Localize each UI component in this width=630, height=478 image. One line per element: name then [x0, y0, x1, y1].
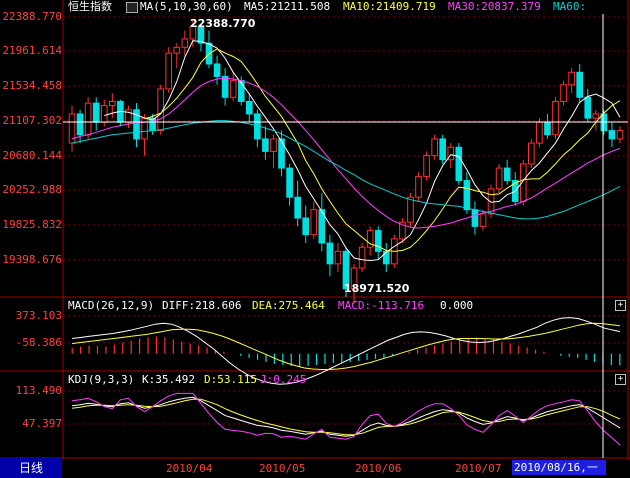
kdj-lines [71, 392, 621, 446]
candle-body [302, 217, 310, 236]
candle-body [576, 71, 584, 98]
candle-body [262, 138, 269, 152]
candle-body [487, 188, 495, 215]
candle-body [528, 142, 535, 165]
kdj-d-line [71, 398, 621, 436]
candle-body [471, 209, 479, 227]
kdj-k-line [71, 396, 621, 437]
x-date-label: 2010/05 [259, 462, 306, 475]
candle-body [286, 167, 293, 198]
candle-body [76, 113, 84, 136]
period-tab-daily[interactable]: 日线 [0, 458, 62, 478]
candle-body [592, 113, 600, 119]
candle-body [213, 63, 221, 77]
macd-dea: DEA:275.464 [252, 299, 325, 312]
macd-y-tick: -58.386 [15, 336, 62, 349]
stock-chart-canvas[interactable] [0, 0, 630, 478]
macd-zero: 0.000 [440, 299, 474, 312]
y-tick: 20680.144 [2, 149, 62, 162]
candle-body [141, 117, 148, 140]
macd-histogram [71, 336, 621, 367]
candle-body [495, 167, 503, 190]
candle-body [229, 80, 237, 98]
candle-body [358, 246, 366, 269]
ma-line-ma30 [71, 77, 621, 229]
candle-body [245, 100, 253, 115]
ma10-value: MA10:21409.719 [343, 0, 436, 13]
candle-body [108, 100, 116, 107]
candle-body [584, 96, 592, 119]
y-tick: 19825.832 [2, 218, 62, 231]
y-tick: 19398.676 [2, 253, 62, 266]
candle-body [165, 52, 173, 90]
candle-body [568, 71, 575, 86]
ma-line-ma5 [104, 40, 621, 262]
candle-body [270, 138, 277, 152]
candle-body [431, 138, 438, 157]
y-tick: 21107.302 [2, 114, 62, 127]
candle-body [479, 213, 487, 227]
kdj-params: KDJ(9,3,3) [68, 373, 135, 386]
candle-body [221, 75, 229, 98]
kdj-expand-button[interactable]: + [615, 374, 626, 385]
candle-body [536, 121, 543, 144]
kdj-d: D:53.115 [204, 373, 257, 386]
kdj-y-tick: 113.490 [15, 384, 62, 397]
candle-body [334, 250, 342, 265]
candle-body [382, 250, 390, 265]
candle-body [92, 102, 100, 123]
macd-expand-button[interactable]: + [615, 300, 626, 311]
candle-body [84, 102, 92, 136]
x-date-label: 2010/04 [166, 462, 213, 475]
candle-body [100, 105, 108, 123]
candle-body [560, 84, 567, 102]
candle-body [455, 146, 463, 182]
y-tick: 22388.770 [2, 10, 62, 23]
macd-y-tick: 373.103 [15, 309, 62, 322]
candle-body [374, 230, 382, 252]
candle-body [181, 38, 189, 48]
ma30-value: MA30:20837.379 [448, 0, 541, 13]
candle-body [439, 138, 447, 161]
cursor-date-label: 2010/08/16,一 [512, 460, 606, 475]
macd-params: MACD(26,12,9) [68, 299, 155, 312]
x-date-label: 2010/06 [355, 462, 402, 475]
ma5-value: MA5:21211.508 [244, 0, 331, 13]
macd-dea-line [72, 322, 620, 370]
candle-body [463, 180, 471, 211]
low-marker-label: 18971.520 [344, 282, 410, 295]
ma60-value: MA60: [553, 0, 587, 13]
macd-hist-value: MACD:-113.716 [338, 299, 425, 312]
candle-body [278, 138, 285, 169]
candle-body [423, 155, 430, 177]
candle-body [552, 100, 559, 136]
ma-params: MA(5,10,30,60) [140, 0, 233, 13]
index-title: 恒生指数 [68, 0, 112, 13]
candle-body [326, 242, 334, 265]
kdj-y-tick: 47.397 [22, 417, 62, 430]
candle-body [407, 196, 414, 223]
price-gridlines [63, 16, 628, 425]
kdj-k: K:35.492 [142, 373, 195, 386]
candle-body [415, 175, 422, 198]
y-tick: 21534.458 [2, 79, 62, 92]
candlestick-series[interactable] [68, 18, 624, 304]
x-date-label: 2010/07 [455, 462, 502, 475]
candle-body [294, 196, 301, 219]
high-marker-label: 22388.770 [190, 17, 256, 30]
macd-diff: DIFF:218.606 [162, 299, 242, 312]
candle-body [608, 130, 616, 140]
candle-body [616, 130, 624, 140]
candle-body [544, 121, 551, 136]
kdj-j: J:0.245 [260, 373, 307, 386]
moving-average-lines [71, 40, 621, 262]
candle-body [310, 209, 318, 236]
ma-icon[interactable] [126, 2, 138, 13]
candle-body [173, 46, 181, 54]
kdj-j-line [71, 392, 621, 446]
candle-body [503, 167, 511, 182]
y-tick: 20252.988 [2, 183, 62, 196]
y-tick: 21961.614 [2, 44, 62, 57]
